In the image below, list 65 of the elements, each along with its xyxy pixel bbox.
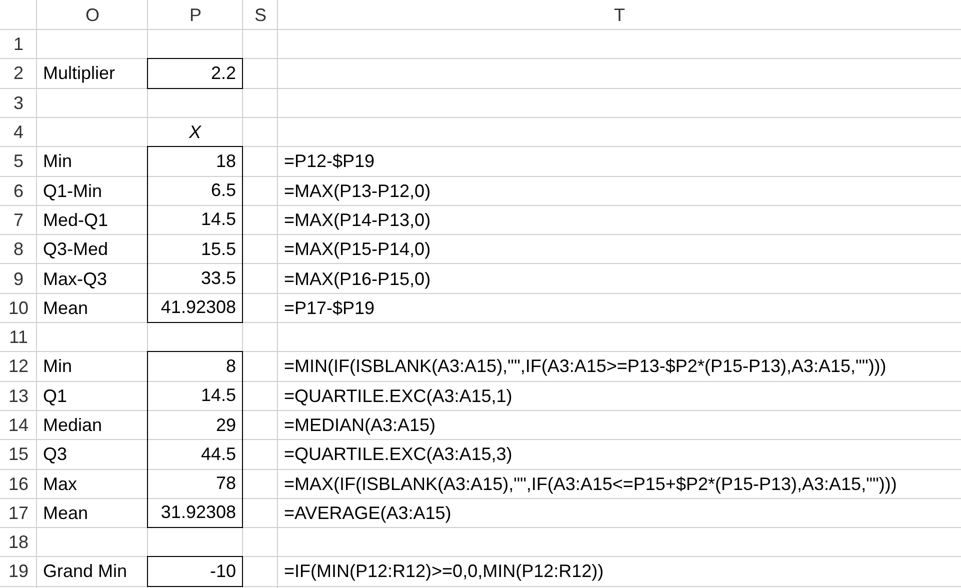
row-header[interactable]: 18 bbox=[8, 529, 29, 556]
formula-text: =MAX(IF(ISBLANK(A3:A15),"",IF(A3:A15<=P15+$P2*(P15-P13),A3:A15,""))) bbox=[284, 472, 897, 496]
row-header[interactable]: 11 bbox=[9, 324, 28, 352]
table-cell: 33.5 bbox=[147, 263, 243, 294]
table-cell: 31.92308 bbox=[147, 498, 243, 528]
formula-text: =MAX(P15-P14,0) bbox=[284, 238, 431, 262]
row-header[interactable]: 7 bbox=[13, 206, 24, 234]
formula-text: =AVERAGE(A3:A15) bbox=[284, 502, 452, 525]
formula-text: =MAX(P13-P12,0) bbox=[284, 180, 431, 203]
cell-text: Grand Min bbox=[43, 560, 128, 584]
row-header[interactable]: 4 bbox=[13, 119, 24, 146]
table-cell: 29 bbox=[147, 410, 243, 440]
column-header[interactable]: P bbox=[189, 2, 202, 28]
table-cell-text: X bbox=[188, 120, 202, 144]
table-cell: 41.92308 bbox=[147, 292, 243, 323]
cell-text: Q3-Med bbox=[43, 238, 108, 262]
table-cell: 14.5 bbox=[147, 380, 243, 411]
cell-text: Median bbox=[43, 414, 102, 437]
cell-text: Max bbox=[43, 472, 78, 496]
cell-text: Multiplier bbox=[43, 62, 116, 86]
row-header[interactable]: 5 bbox=[13, 148, 24, 176]
table-cell: 8 bbox=[147, 351, 243, 382]
row-header[interactable]: 12 bbox=[8, 353, 29, 380]
table-cell: 6.5 bbox=[147, 175, 243, 206]
row-header[interactable]: 17 bbox=[8, 500, 29, 527]
row-header[interactable]: 19 bbox=[8, 558, 29, 586]
cell-text: Mean bbox=[43, 502, 88, 525]
table-cell: 2.2 bbox=[147, 58, 243, 89]
cell-text: Med-Q1 bbox=[43, 208, 108, 232]
cell-text: Q3 bbox=[43, 443, 68, 466]
column-header[interactable]: S bbox=[254, 2, 266, 28]
formula-text: =MEDIAN(A3:A15) bbox=[284, 414, 436, 437]
formula-text: =P17-$P19 bbox=[284, 296, 375, 320]
row-header[interactable]: 3 bbox=[13, 90, 24, 117]
formula-text: =MAX(P14-P13,0) bbox=[284, 208, 431, 232]
formula-text: =QUARTILE.EXC(A3:A15,1) bbox=[284, 384, 512, 408]
row-header[interactable]: 15 bbox=[8, 441, 29, 468]
row-header[interactable]: 6 bbox=[13, 178, 24, 205]
row-header[interactable]: 16 bbox=[8, 470, 29, 498]
table-cell: 78 bbox=[147, 468, 243, 499]
cell-text: Q1 bbox=[43, 384, 68, 408]
column-header[interactable]: T bbox=[614, 2, 625, 28]
table-cell: 18 bbox=[147, 146, 243, 176]
formula-text: =MAX(P16-P15,0) bbox=[284, 268, 431, 291]
cell-text: Max-Q3 bbox=[43, 268, 108, 291]
formula-text: =P12-$P19 bbox=[284, 150, 375, 174]
row-header[interactable]: 10 bbox=[8, 294, 29, 322]
row-header[interactable]: 8 bbox=[13, 236, 24, 264]
row-header[interactable]: 1 bbox=[13, 31, 24, 58]
table-cell: 15.5 bbox=[147, 234, 243, 264]
table-cell: 14.5 bbox=[147, 204, 243, 236]
cell-text: Q1-Min bbox=[43, 180, 102, 203]
cell-text: Mean bbox=[43, 296, 88, 320]
column-header[interactable]: O bbox=[85, 2, 100, 28]
formula-text: =IF(MIN(P12:R12)>=0,0,MIN(P12:R12)) bbox=[284, 560, 604, 584]
row-header[interactable]: 2 bbox=[13, 60, 24, 88]
formula-text: =QUARTILE.EXC(A3:A15,3) bbox=[284, 443, 512, 466]
cell-text: Min bbox=[43, 150, 72, 174]
row-header[interactable]: 9 bbox=[13, 266, 24, 293]
cell-text: Min bbox=[43, 355, 72, 378]
row-header[interactable]: 14 bbox=[8, 412, 29, 439]
formula-text: =MIN(IF(ISBLANK(A3:A15),"",IF(A3:A15>=P13-$P2*(P15-P13),A3:A15,""))) bbox=[284, 355, 886, 378]
table-cell: 44.5 bbox=[147, 439, 243, 470]
row-header[interactable]: 13 bbox=[8, 382, 29, 410]
table-cell: -10 bbox=[147, 556, 243, 587]
